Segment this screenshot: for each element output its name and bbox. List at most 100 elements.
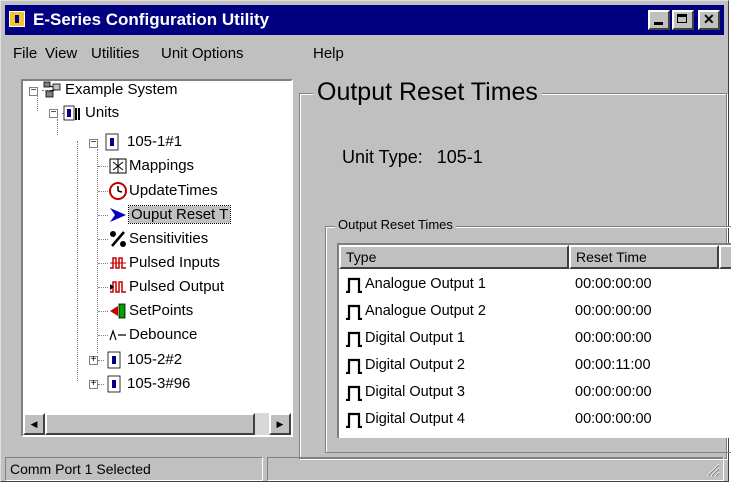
menu-bar: File View Utilities Unit Options Help bbox=[5, 43, 724, 65]
scroll-left-button[interactable]: ◀ bbox=[23, 413, 45, 435]
setpoints-icon bbox=[110, 303, 126, 319]
title-bar[interactable]: E-Series Configuration Utility bbox=[5, 5, 724, 35]
units-folder-icon bbox=[63, 105, 80, 121]
unit-type-value: 105-1 bbox=[436, 147, 483, 167]
menu-view[interactable]: View bbox=[45, 45, 77, 62]
unit-type-label: Unit Type: bbox=[342, 147, 423, 167]
tree-line bbox=[98, 191, 108, 192]
column-header-type[interactable]: Type bbox=[339, 245, 569, 269]
scroll-thumb[interactable] bbox=[45, 413, 255, 435]
table-row[interactable]: Analogue Output 2 00:00:00:00 bbox=[339, 300, 731, 324]
panel-title: Output Reset Times bbox=[313, 78, 542, 107]
tree-item-mappings[interactable]: Mappings bbox=[129, 157, 194, 174]
tree-unit-105-2[interactable]: 105-2#2 bbox=[127, 351, 182, 368]
app-icon[interactable] bbox=[9, 11, 25, 27]
output-type-cell: Digital Output 3 bbox=[365, 384, 465, 400]
tree-item-setpoints[interactable]: SetPoints bbox=[129, 302, 193, 319]
tree-line bbox=[98, 166, 108, 167]
app-window: E-Series Configuration Utility File View… bbox=[0, 0, 731, 482]
column-header-spacer[interactable] bbox=[719, 245, 731, 269]
tree-item-updatetimes[interactable]: UpdateTimes bbox=[129, 182, 218, 199]
tree-item-debounce[interactable]: Debounce bbox=[129, 326, 197, 343]
collapse-toggle[interactable]: − bbox=[89, 138, 98, 148]
tree-item-pulsed-output[interactable]: Pulsed Output bbox=[129, 278, 224, 295]
pulse-output-icon bbox=[346, 412, 362, 428]
tree-line bbox=[98, 360, 104, 361]
menu-help[interactable]: Help bbox=[313, 45, 344, 62]
pulse-output-icon bbox=[346, 385, 362, 401]
system-network-icon bbox=[43, 81, 61, 98]
arrow-right-icon bbox=[110, 208, 126, 222]
pulsed-inputs-icon bbox=[110, 257, 126, 269]
tree-unit-105-1[interactable]: 105-1#1 bbox=[127, 133, 182, 150]
output-type-cell: Analogue Output 1 bbox=[365, 276, 486, 292]
reset-time-cell[interactable]: 00:00:11:00 bbox=[575, 357, 651, 373]
reset-time-cell[interactable]: 00:00:00:00 bbox=[575, 411, 652, 427]
pulsed-output-icon bbox=[110, 281, 126, 293]
percent-icon bbox=[110, 231, 126, 247]
scroll-right-button[interactable]: ▶ bbox=[269, 413, 291, 435]
output-type-cell: Digital Output 2 bbox=[365, 357, 465, 373]
tree-line bbox=[98, 384, 104, 385]
tree-line bbox=[97, 149, 98, 353]
expand-toggle[interactable]: + bbox=[89, 379, 98, 389]
tree-content: − Example System − Units − 105-1#1 Mappi… bbox=[23, 81, 291, 411]
collapse-toggle[interactable]: − bbox=[29, 86, 38, 96]
table-row[interactable]: Analogue Output 1 00:00:00:00 bbox=[339, 273, 731, 297]
column-header-reset-time[interactable]: Reset Time bbox=[569, 245, 719, 269]
pulse-output-icon bbox=[346, 358, 362, 374]
tree-line bbox=[57, 119, 58, 135]
debounce-icon bbox=[109, 329, 126, 341]
menu-unit-options[interactable]: Unit Options bbox=[161, 45, 244, 62]
system-tree[interactable]: − Example System − Units − 105-1#1 Mappi… bbox=[21, 79, 293, 437]
menu-file[interactable]: File bbox=[13, 45, 37, 62]
tree-item-output-reset-times[interactable]: Ouput Reset T bbox=[127, 205, 232, 224]
menu-utilities[interactable]: Utilities bbox=[91, 45, 139, 62]
status-bar: Comm Port 1 Selected bbox=[3, 457, 726, 481]
window-title: E-Series Configuration Utility bbox=[33, 10, 270, 29]
mappings-icon bbox=[109, 158, 127, 174]
clock-icon bbox=[109, 182, 127, 200]
tree-line bbox=[98, 311, 108, 312]
status-message: Comm Port 1 Selected bbox=[5, 457, 263, 481]
tree-line bbox=[98, 263, 108, 264]
tree-line bbox=[98, 215, 108, 216]
table-row[interactable]: Digital Output 2 00:00:11:00 bbox=[339, 354, 731, 378]
tree-horizontal-scrollbar[interactable]: ◀ ▶ bbox=[23, 413, 291, 435]
resize-grip-icon[interactable] bbox=[706, 463, 720, 477]
tree-item-pulsed-inputs[interactable]: Pulsed Inputs bbox=[129, 254, 220, 271]
collapse-toggle[interactable]: − bbox=[49, 108, 58, 118]
output-type-cell: Digital Output 1 bbox=[365, 330, 465, 346]
tree-line bbox=[98, 335, 108, 336]
tree-units-label[interactable]: Units bbox=[85, 104, 119, 121]
tree-line bbox=[98, 239, 108, 240]
maximize-button[interactable] bbox=[672, 10, 694, 30]
unit-icon bbox=[107, 351, 121, 369]
unit-icon bbox=[107, 375, 121, 393]
reset-time-cell[interactable]: 00:00:00:00 bbox=[575, 303, 652, 319]
tree-item-sensitivities[interactable]: Sensitivities bbox=[129, 230, 208, 247]
tree-root-label[interactable]: Example System bbox=[65, 81, 178, 98]
pulse-output-icon bbox=[346, 331, 362, 347]
tree-line bbox=[37, 95, 38, 111]
reset-times-list[interactable]: Type Reset Time Analogue Output 1 00:00:0… bbox=[337, 243, 731, 438]
tree-unit-105-3[interactable]: 105-3#96 bbox=[127, 375, 190, 392]
minimize-button[interactable] bbox=[648, 10, 670, 30]
pulse-output-icon bbox=[346, 277, 362, 293]
pulse-output-icon bbox=[346, 304, 362, 320]
output-type-cell: Digital Output 4 bbox=[365, 411, 465, 427]
output-type-cell: Analogue Output 2 bbox=[365, 303, 486, 319]
tree-line bbox=[77, 141, 78, 381]
status-panel-secondary bbox=[267, 457, 724, 481]
unit-type-row: Unit Type: 105-1 bbox=[342, 147, 483, 168]
list-header: Type Reset Time bbox=[339, 245, 731, 269]
reset-time-cell[interactable]: 00:00:00:00 bbox=[575, 384, 652, 400]
expand-toggle[interactable]: + bbox=[89, 355, 98, 365]
reset-time-cell[interactable]: 00:00:00:00 bbox=[575, 330, 652, 346]
group-title: Output Reset Times bbox=[335, 217, 456, 232]
close-button[interactable] bbox=[698, 10, 720, 30]
table-row[interactable]: Digital Output 1 00:00:00:00 bbox=[339, 327, 731, 351]
table-row[interactable]: Digital Output 3 00:00:00:00 bbox=[339, 381, 731, 405]
table-row[interactable]: Digital Output 4 00:00:00:00 bbox=[339, 408, 731, 432]
reset-time-cell[interactable]: 00:00:00:00 bbox=[575, 276, 652, 292]
